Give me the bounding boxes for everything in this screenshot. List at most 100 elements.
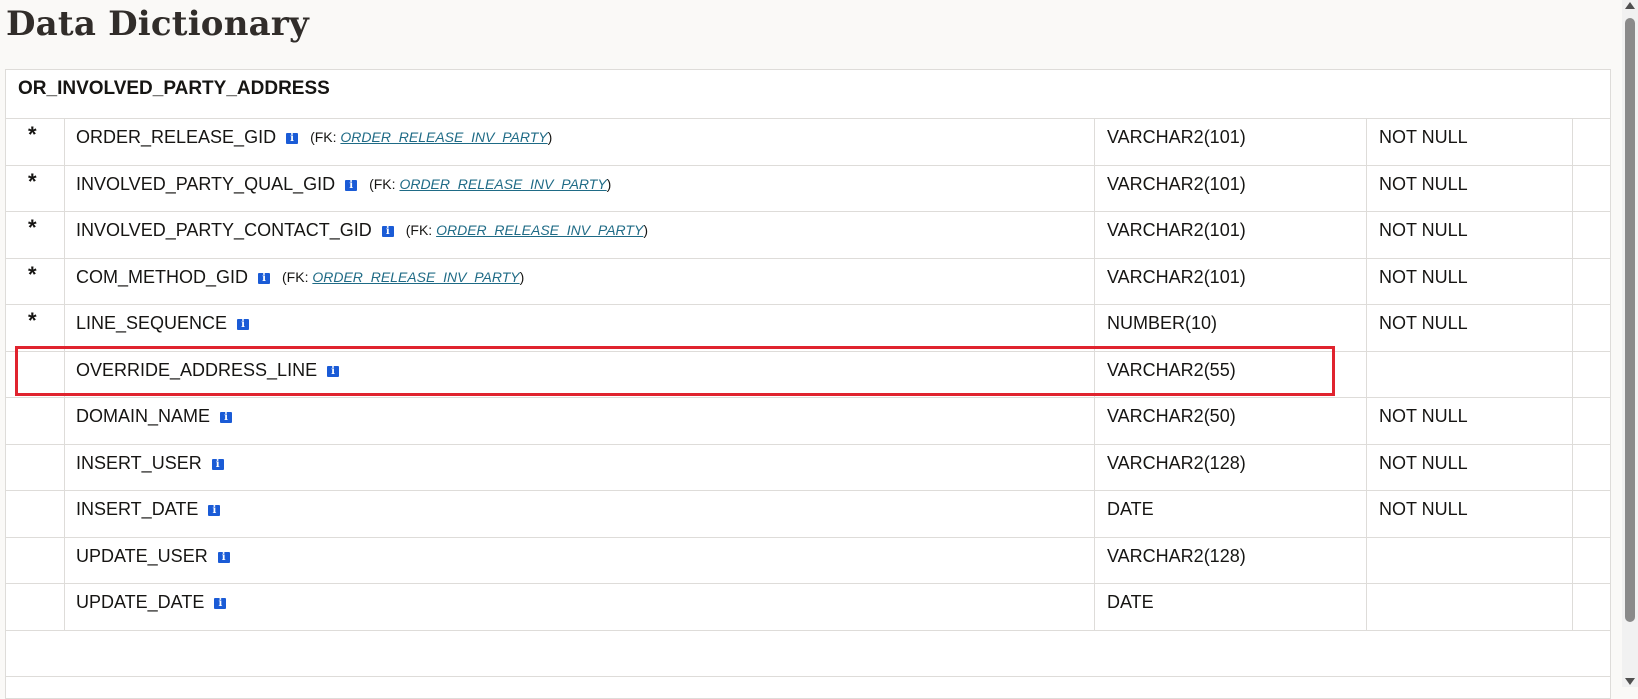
table-row: * INVOLVED_PARTY_QUAL_GID i (FK: ORDER_REL… [6,165,1610,212]
nullable-cell [1367,584,1573,630]
data-type: VARCHAR2(128) [1107,545,1246,566]
page-title: Data Dictionary [6,4,309,44]
column-name-cell: DOMAIN_NAME i [64,398,1095,444]
vertical-scrollbar[interactable] [1622,0,1638,687]
nullable: NOT NULL [1379,452,1468,473]
primary-key-marker: * [28,168,37,194]
fk-link[interactable]: ORDER_RELEASE_INV_PARTY [312,269,519,285]
column-name-cell: ORDER_RELEASE_GID i (FK: ORDER_RELEASE_INV… [64,119,1095,165]
column-name-cell: INSERT_USER i [64,444,1095,490]
column-name-cell: LINE_SEQUENCE i [64,305,1095,351]
pk-cell [6,584,65,630]
foreign-key: (FK: ORDER_RELEASE_INV_PARTY) [369,175,612,192]
nullable-cell [1367,537,1573,583]
scroll-thumb[interactable] [1625,18,1635,622]
pk-cell: * [6,119,65,165]
table-row: UPDATE_USER i VARCHAR2(128) [6,537,1612,584]
data-type: VARCHAR2(101) [1107,266,1246,287]
primary-key-marker: * [28,122,37,147]
column-name-cell: INVOLVED_PARTY_CONTACT_GID i (FK: ORDER_RE… [64,212,1095,258]
pk-cell [6,491,65,537]
table-row: INSERT_USER i VARCHAR2(128) NOT NULL [6,444,1612,491]
extra-cell [1573,538,1612,584]
primary-key-marker: * [28,308,37,333]
info-icon[interactable]: i [208,505,221,516]
pk-cell: * [6,212,65,258]
fk-link[interactable]: ORDER_RELEASE_INV_PARTY [340,129,547,145]
data-type: VARCHAR2(101) [1107,127,1246,147]
nullable-cell [1367,351,1573,397]
info-icon[interactable]: i [345,179,358,191]
table-row: * COM_METHOD_GID i (FK: ORDER_RELEASE_INV_… [6,258,1612,305]
extra-cell [1573,491,1612,537]
pk-cell [6,398,65,444]
table-row: * INVOLVED_PARTY_CONTACT_GID i (FK: ORDER_… [6,212,1610,259]
nullable: NOT NULL [1379,127,1468,147]
info-icon[interactable]: i [237,319,250,330]
data-type: DATE [1107,499,1154,519]
data-type-cell: VARCHAR2(101) [1095,258,1367,304]
extra-cell [1573,259,1612,305]
pk-cell: * [6,258,65,304]
nullable-cell: NOT NULL [1367,305,1573,351]
data-type: VARCHAR2(101) [1107,173,1246,194]
column-name: LINE_SEQUENCE [76,313,228,333]
table-row: * ORDER_RELEASE_GID i (FK: ORDER_RELEASE_I… [6,119,1610,166]
info-icon[interactable]: i [258,272,271,284]
nullable-cell: NOT NULL [1367,258,1573,304]
nullable-cell: NOT NULL [1367,491,1573,537]
nullable-cell: NOT NULL [1367,119,1573,165]
data-type: NUMBER(10) [1107,313,1218,333]
column-name: UPDATE_DATE [76,592,205,612]
scroll-down-icon[interactable] [1625,678,1635,685]
fk-link[interactable]: ORDER_RELEASE_INV_PARTY [436,222,643,238]
columns-list: * ORDER_RELEASE_GID i (FK: ORDER_RELEASE_I… [6,119,1610,677]
data-type: DATE [1107,592,1154,612]
highlight-box [15,346,1335,396]
info-icon[interactable]: i [214,598,227,609]
pk-cell: * [6,165,65,211]
info-icon[interactable]: i [220,412,233,423]
nullable-cell: NOT NULL [1367,212,1573,258]
info-icon[interactable]: i [217,551,230,563]
column-name: UPDATE_USER [76,545,208,566]
nullable: NOT NULL [1379,313,1468,333]
primary-key-marker: * [28,215,37,240]
info-icon[interactable]: i [211,458,224,470]
data-type-cell: DATE [1095,491,1367,537]
column-name-cell: UPDATE_USER i [64,537,1095,583]
table-row: * LINE_SEQUENCE i NUMBER(10) NOT NULL [6,305,1610,352]
primary-key-marker: * [28,261,37,287]
nullable: NOT NULL [1379,220,1468,240]
scroll-up-icon[interactable] [1625,2,1635,9]
nullable: NOT NULL [1379,173,1468,194]
data-type-cell: VARCHAR2(128) [1095,444,1367,490]
column-name: COM_METHOD_GID [76,266,249,287]
data-type: VARCHAR2(101) [1107,220,1246,240]
column-name-cell: INVOLVED_PARTY_QUAL_GID i (FK: ORDER_RELEA… [64,165,1095,211]
data-type-cell: VARCHAR2(101) [1095,119,1367,165]
column-name: ORDER_RELEASE_GID [76,127,277,147]
extra-cell [1573,352,1612,398]
data-type-cell: DATE [1095,584,1367,630]
column-name: INVOLVED_PARTY_QUAL_GID [76,173,336,194]
data-type-cell: VARCHAR2(50) [1095,398,1367,444]
info-icon[interactable]: i [381,226,394,237]
column-name: INVOLVED_PARTY_CONTACT_GID [76,220,372,240]
pk-cell: * [6,305,65,351]
data-type: VARCHAR2(128) [1107,452,1246,473]
data-type-cell: VARCHAR2(101) [1095,212,1367,258]
extra-cell [1573,445,1612,491]
pk-cell [6,537,65,583]
column-name: INSERT_USER [76,452,202,473]
fk-link[interactable]: ORDER_RELEASE_INV_PARTY [399,176,606,192]
column-name-cell: COM_METHOD_GID i (FK: ORDER_RELEASE_INV_PA… [64,258,1095,304]
nullable: NOT NULL [1379,266,1468,287]
nullable: NOT NULL [1379,499,1468,519]
nullable-cell: NOT NULL [1367,398,1573,444]
nullable-cell: NOT NULL [1367,165,1573,211]
foreign-key: (FK: ORDER_RELEASE_INV_PARTY) [405,222,648,238]
nullable-cell: NOT NULL [1367,444,1573,490]
info-icon[interactable]: i [286,133,299,144]
data-type-cell: VARCHAR2(101) [1095,165,1367,211]
